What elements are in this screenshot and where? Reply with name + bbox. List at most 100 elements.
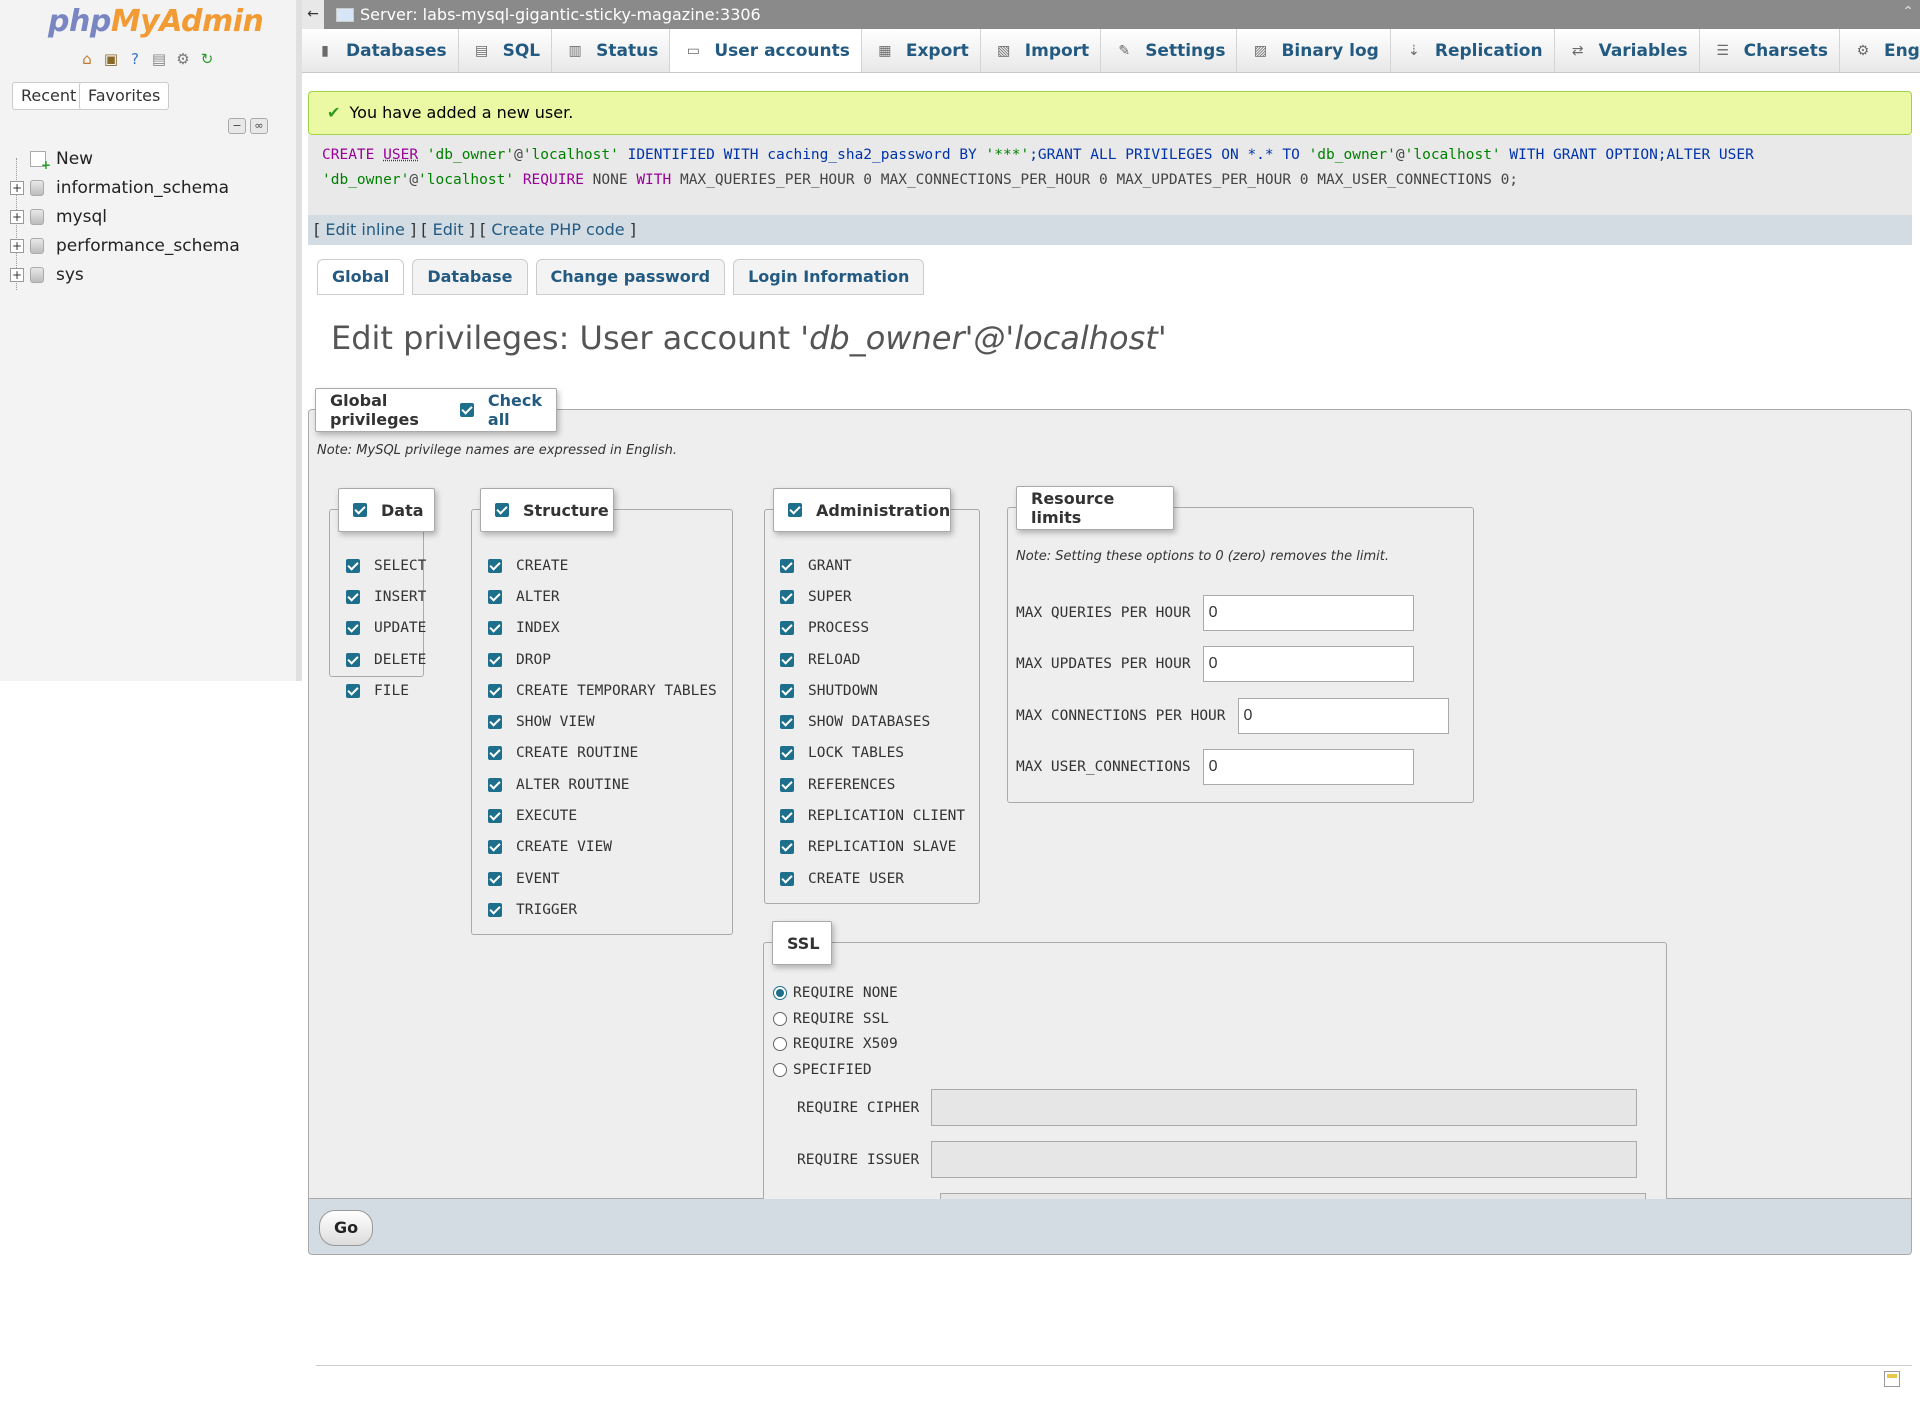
privilege-label[interactable]: INSERT: [374, 589, 426, 605]
administration-check-all-checkbox[interactable]: [788, 503, 802, 517]
create-user-checkbox[interactable]: [780, 871, 794, 886]
tab-databases[interactable]: ▮ Databases: [302, 29, 459, 72]
privilege-label[interactable]: DROP: [516, 652, 551, 668]
create-routine-checkbox[interactable]: [488, 746, 502, 761]
max-queries-per-hour-input[interactable]: [1202, 595, 1414, 631]
data-check-all-checkbox[interactable]: [353, 503, 367, 517]
tree-item-label[interactable]: performance_schema: [56, 236, 240, 256]
tab-export[interactable]: ▦ Export: [862, 29, 981, 72]
documentation-icon[interactable]: ▤: [150, 50, 168, 68]
require-cipher-input[interactable]: [931, 1089, 1638, 1126]
delete-checkbox[interactable]: [346, 652, 360, 667]
collapse-all-icon[interactable]: −: [228, 118, 246, 134]
alter-routine-checkbox[interactable]: [488, 777, 502, 792]
require-x509-radio[interactable]: [773, 1037, 787, 1051]
create-temporary-tables-checkbox[interactable]: [488, 683, 502, 698]
event-checkbox[interactable]: [488, 871, 502, 886]
structure-privilege-index[interactable]: INDEX: [488, 613, 717, 644]
tab-charsets[interactable]: ☰ Charsets: [1700, 29, 1840, 72]
file-checkbox[interactable]: [346, 683, 360, 698]
privilege-label[interactable]: EVENT: [516, 871, 560, 887]
privilege-label[interactable]: LOCK TABLES: [808, 745, 904, 761]
edit-inline-link[interactable]: Edit inline: [325, 220, 405, 239]
data-privilege-file[interactable]: FILE: [346, 675, 426, 706]
logout-icon[interactable]: ▣: [102, 50, 120, 68]
select-checkbox[interactable]: [346, 558, 360, 573]
tab-user-accounts[interactable]: ▭ User accounts: [670, 29, 862, 72]
structure-privilege-create[interactable]: CREATE: [488, 550, 717, 581]
max-updates-per-hour-input[interactable]: [1202, 646, 1414, 682]
process-checkbox[interactable]: [780, 621, 794, 636]
phpmyadmin-logo[interactable]: phpMyAdmin: [48, 4, 264, 39]
data-privilege-select[interactable]: SELECT: [346, 550, 426, 581]
go-button[interactable]: Go: [319, 1210, 373, 1246]
show-databases-checkbox[interactable]: [780, 715, 794, 730]
privilege-label[interactable]: SELECT: [374, 558, 426, 574]
privilege-label[interactable]: PROCESS: [808, 620, 869, 636]
privilege-label[interactable]: EXECUTE: [516, 808, 577, 824]
tree-item-performance-schema[interactable]: + performance_schema: [10, 231, 240, 260]
ssl-option-label[interactable]: REQUIRE X509: [793, 1036, 898, 1052]
console-icon[interactable]: [1884, 1371, 1900, 1387]
structure-privilege-execute[interactable]: EXECUTE: [488, 800, 717, 831]
privilege-label[interactable]: UPDATE: [374, 620, 426, 636]
privilege-label[interactable]: ALTER: [516, 589, 560, 605]
ssl-option-specified[interactable]: SPECIFIED: [773, 1062, 872, 1078]
privilege-label[interactable]: REPLICATION SLAVE: [808, 839, 956, 855]
link-with-main-icon[interactable]: ∞: [250, 118, 268, 134]
ssl-option-require-none[interactable]: REQUIRE NONE: [773, 985, 898, 1001]
structure-privilege-drop[interactable]: DROP: [488, 644, 717, 675]
structure-privilege-show-view[interactable]: SHOW VIEW: [488, 706, 717, 737]
create-view-checkbox[interactable]: [488, 840, 502, 855]
ssl-option-label[interactable]: REQUIRE SSL: [793, 1011, 889, 1027]
tab-variables[interactable]: ⇄ Variables: [1555, 29, 1700, 72]
tree-item-label[interactable]: sys: [56, 265, 84, 285]
check-all-checkbox[interactable]: [459, 403, 474, 417]
structure-privilege-create-view[interactable]: CREATE VIEW: [488, 832, 717, 863]
privilege-label[interactable]: REPLICATION CLIENT: [808, 808, 965, 824]
data-privilege-delete[interactable]: DELETE: [346, 644, 426, 675]
drop-checkbox[interactable]: [488, 652, 502, 667]
require-none-radio[interactable]: [773, 986, 787, 1000]
structure-privilege-alter-routine[interactable]: ALTER ROUTINE: [488, 769, 717, 800]
ssl-option-label[interactable]: SPECIFIED: [793, 1062, 872, 1078]
tree-item-sys[interactable]: + sys: [10, 260, 240, 289]
admin-privilege-replication-slave[interactable]: REPLICATION SLAVE: [780, 832, 965, 863]
privilege-label[interactable]: SUPER: [808, 589, 852, 605]
privilege-label[interactable]: CREATE ROUTINE: [516, 745, 638, 761]
insert-checkbox[interactable]: [346, 589, 360, 604]
max-user-connections-input[interactable]: [1202, 749, 1414, 785]
structure-privilege-alter[interactable]: ALTER: [488, 581, 717, 612]
references-checkbox[interactable]: [780, 777, 794, 792]
privilege-label[interactable]: RELOAD: [808, 652, 860, 668]
privilege-label[interactable]: CREATE USER: [808, 871, 904, 887]
privilege-label[interactable]: CREATE VIEW: [516, 839, 612, 855]
structure-privilege-event[interactable]: EVENT: [488, 863, 717, 894]
index-checkbox[interactable]: [488, 621, 502, 636]
admin-privilege-shutdown[interactable]: SHUTDOWN: [780, 675, 965, 706]
tab-engines[interactable]: ⚙ Engines: [1840, 29, 1920, 72]
privilege-label[interactable]: GRANT: [808, 558, 852, 574]
trigger-checkbox[interactable]: [488, 902, 502, 917]
settings-gear-icon[interactable]: ⚙: [174, 50, 192, 68]
expand-icon[interactable]: +: [10, 209, 24, 224]
ssl-option-require-x509[interactable]: REQUIRE X509: [773, 1036, 898, 1052]
structure-privilege-create-temporary-tables[interactable]: CREATE TEMPORARY TABLES: [488, 675, 717, 706]
tree-item-information-schema[interactable]: + information_schema: [10, 173, 240, 202]
check-all-label[interactable]: Check all: [488, 391, 542, 429]
admin-privilege-process[interactable]: PROCESS: [780, 613, 965, 644]
favorites-button[interactable]: Favorites: [79, 82, 170, 110]
require-issuer-input[interactable]: [931, 1141, 1638, 1178]
ssl-option-label[interactable]: REQUIRE NONE: [793, 985, 898, 1001]
show-view-checkbox[interactable]: [488, 715, 502, 730]
privilege-label[interactable]: ALTER ROUTINE: [516, 777, 630, 793]
home-icon[interactable]: ⌂: [78, 50, 96, 68]
ssl-option-require-ssl[interactable]: REQUIRE SSL: [773, 1011, 889, 1027]
admin-privilege-grant[interactable]: GRANT: [780, 550, 965, 581]
privilege-label[interactable]: SHOW DATABASES: [808, 714, 930, 730]
specified-radio[interactable]: [773, 1062, 787, 1077]
data-privilege-insert[interactable]: INSERT: [346, 581, 426, 612]
structure-privilege-trigger[interactable]: TRIGGER: [488, 894, 717, 925]
alter-checkbox[interactable]: [488, 589, 502, 604]
grant-checkbox[interactable]: [780, 558, 794, 573]
